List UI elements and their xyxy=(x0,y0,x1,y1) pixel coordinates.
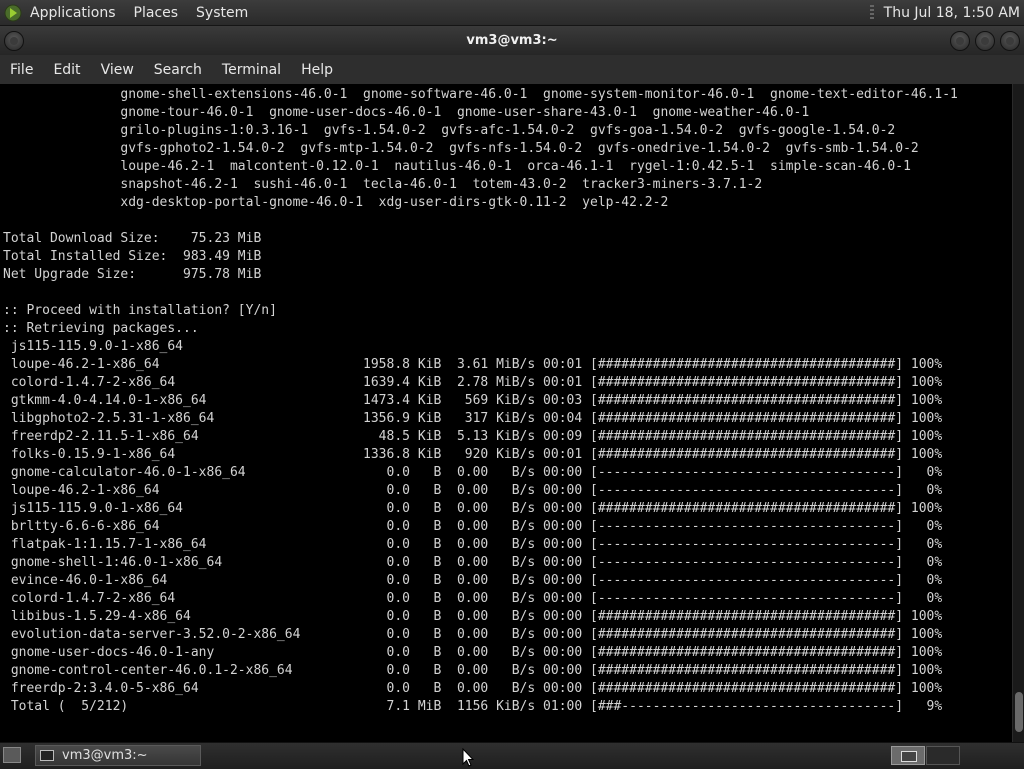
bottom-taskbar: vm3@vm3:~ xyxy=(0,742,1024,769)
terminal-line: gnome-user-docs-46.0-1-any 0.0 B 0.00 B/… xyxy=(3,645,943,660)
menu-search[interactable]: Search xyxy=(154,62,202,78)
terminal-line: freerdp-2:3.4.0-5-x86_64 0.0 B 0.00 B/s … xyxy=(3,681,943,696)
terminal-line: loupe-46.2-1 malcontent-0.12.0-1 nautilu… xyxy=(3,159,911,174)
terminal-line: libibus-1.5.29-4-x86_64 0.0 B 0.00 B/s 0… xyxy=(3,609,943,624)
terminal-line: js115-115.9.0-1-x86_64 xyxy=(3,339,184,354)
panel-handle-icon xyxy=(869,4,874,21)
terminal-line: gtkmm-4.0-4.14.0-1-x86_64 1473.4 KiB 569… xyxy=(3,393,943,408)
terminal-line: libgphoto2-2.5.31-1-x86_64 1356.9 KiB 31… xyxy=(3,411,943,426)
applications-logo-icon[interactable] xyxy=(4,4,22,22)
menu-help[interactable]: Help xyxy=(301,62,333,78)
terminal-scrollbar[interactable] xyxy=(1012,84,1024,742)
terminal-line: gnome-control-center-46.0.1-2-x86_64 0.0… xyxy=(3,663,943,678)
terminal-line: gnome-calculator-46.0-1-x86_64 0.0 B 0.0… xyxy=(3,465,943,480)
window-titlebar[interactable]: vm3@vm3:~ xyxy=(0,26,1024,55)
show-desktop-icon[interactable] xyxy=(3,747,21,763)
terminal-line: js115-115.9.0-1-x86_64 0.0 B 0.00 B/s 00… xyxy=(3,501,943,516)
terminal-line: :: Retrieving packages... xyxy=(3,321,199,336)
terminal-line: folks-0.15.9-1-x86_64 1336.8 KiB 920 KiB… xyxy=(3,447,943,462)
menubar: File Edit View Search Terminal Help xyxy=(0,55,1024,84)
terminal-icon xyxy=(40,750,54,761)
terminal-line: flatpak-1:1.15.7-1-x86_64 0.0 B 0.00 B/s… xyxy=(3,537,943,552)
menu-applications[interactable]: Applications xyxy=(30,5,116,21)
taskbar-window-label: vm3@vm3:~ xyxy=(62,748,148,763)
terminal-line: colord-1.4.7-2-x86_64 1639.4 KiB 2.78 Mi… xyxy=(3,375,943,390)
workspace-2[interactable] xyxy=(926,746,960,765)
terminal-line: colord-1.4.7-2-x86_64 0.0 B 0.00 B/s 00:… xyxy=(3,591,943,606)
menu-file[interactable]: File xyxy=(10,62,33,78)
terminal-line: xdg-desktop-portal-gnome-46.0-1 xdg-user… xyxy=(3,195,669,210)
terminal-line: brltty-6.6-6-x86_64 0.0 B 0.00 B/s 00:00… xyxy=(3,519,943,534)
terminal-line: grilo-plugins-1:0.3.16-1 gvfs-1.54.0-2 g… xyxy=(3,123,896,138)
terminal-line: Total Installed Size: 983.49 MiB xyxy=(3,249,262,264)
terminal-output[interactable]: gnome-shell-extensions-46.0-1 gnome-soft… xyxy=(0,84,1012,742)
menu-edit[interactable]: Edit xyxy=(53,62,80,78)
terminal-line: Total ( 5/212) 7.1 MiB 1156 KiB/s 01:00 … xyxy=(3,699,943,714)
terminal-line: Total Download Size: 75.23 MiB xyxy=(3,231,262,246)
terminal-line: Net Upgrade Size: 975.78 MiB xyxy=(3,267,262,282)
mouse-pointer-icon xyxy=(462,748,474,767)
terminal-line: :: Proceed with installation? [Y/n] xyxy=(3,303,277,318)
clock[interactable]: Thu Jul 18, 1:50 AM xyxy=(884,5,1024,21)
terminal-line: freerdp2-2.11.5-1-x86_64 48.5 KiB 5.13 K… xyxy=(3,429,943,444)
terminal-line: loupe-46.2-1-x86_64 1958.8 KiB 3.61 MiB/… xyxy=(3,357,943,372)
window-title: vm3@vm3:~ xyxy=(466,33,558,48)
menu-view[interactable]: View xyxy=(101,62,134,78)
terminal-line: evince-46.0-1-x86_64 0.0 B 0.00 B/s 00:0… xyxy=(3,573,943,588)
workspace-1[interactable] xyxy=(891,746,925,765)
terminal-line: evolution-data-server-3.52.0-2-x86_64 0.… xyxy=(3,627,943,642)
close-button[interactable] xyxy=(1000,31,1020,51)
menu-system[interactable]: System xyxy=(196,5,248,21)
terminal-line: snapshot-46.2-1 sushi-46.0-1 tecla-46.0-… xyxy=(3,177,763,192)
terminal-line: loupe-46.2-1-x86_64 0.0 B 0.00 B/s 00:00… xyxy=(3,483,943,498)
terminal-text: gnome-shell-extensions-46.0-1 gnome-soft… xyxy=(0,84,1012,716)
terminal-line: gnome-tour-46.0-1 gnome-user-docs-46.0-1… xyxy=(3,105,810,120)
maximize-button[interactable] xyxy=(975,31,995,51)
minimize-button[interactable] xyxy=(950,31,970,51)
terminal-line: gvfs-gphoto2-1.54.0-2 gvfs-mtp-1.54.0-2 … xyxy=(3,141,919,156)
scrollbar-thumb[interactable] xyxy=(1015,692,1023,732)
terminal-line: gnome-shell-1:46.0-1-x86_64 0.0 B 0.00 B… xyxy=(3,555,943,570)
menu-places[interactable]: Places xyxy=(134,5,179,21)
taskbar-window-button[interactable]: vm3@vm3:~ xyxy=(35,745,201,766)
top-panel: Applications Places System Thu Jul 18, 1… xyxy=(0,0,1024,26)
menu-terminal[interactable]: Terminal xyxy=(222,62,281,78)
terminal-line: gnome-shell-extensions-46.0-1 gnome-soft… xyxy=(3,87,958,102)
